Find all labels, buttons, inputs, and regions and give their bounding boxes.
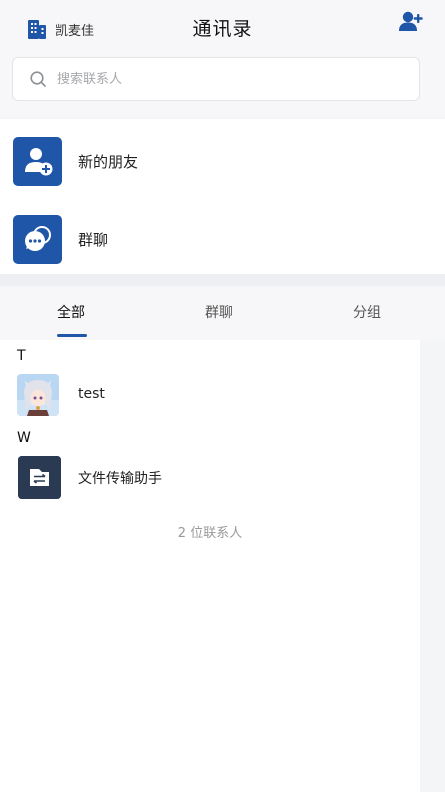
contact-list: T test W 文件传输助手 2 位联系人 (0, 340, 420, 792)
contact-tabs: 全部 群聊 分组 (0, 286, 445, 340)
new-friends-entry[interactable]: 新的朋友 (0, 125, 430, 197)
contact-name: test (78, 386, 105, 402)
search-bar[interactable] (12, 57, 420, 101)
user-plus-icon (13, 136, 62, 186)
section-divider (0, 274, 445, 286)
top-bar: 凯麦佳 通讯录 (0, 0, 445, 52)
chat-bubbles-icon (13, 214, 62, 264)
contact-name: 文件传输助手 (78, 471, 162, 487)
add-contact-button[interactable] (397, 10, 425, 38)
page-title: 通讯录 (192, 18, 253, 40)
tab-categories[interactable]: 分组 (353, 302, 381, 322)
active-tab-indicator (57, 334, 87, 337)
contact-row-test[interactable]: test (0, 368, 420, 424)
contact-count: 2 位联系人 (177, 526, 243, 541)
search-section (0, 52, 445, 116)
right-margin (420, 340, 445, 792)
tab-all[interactable]: 全部 (57, 302, 85, 322)
new-friends-label: 新的朋友 (78, 152, 139, 171)
index-letter: T (17, 348, 26, 364)
group-chat-label: 群聊 (78, 230, 109, 249)
file-transfer-icon (18, 456, 61, 499)
quick-entries: 新的朋友 群聊 (0, 119, 445, 274)
group-chat-entry[interactable]: 群聊 (0, 203, 430, 275)
user-plus-icon (398, 10, 424, 38)
contacts-screen: 凯麦佳 通讯录 搜索联系人 新的朋友 群聊 全部 群聊 分组 T test W … (0, 0, 445, 792)
tab-groups[interactable]: 群聊 (205, 302, 233, 322)
avatar (17, 374, 59, 416)
search-input[interactable] (55, 70, 359, 88)
search-icon (29, 70, 47, 88)
contact-row-file-transfer[interactable]: 文件传输助手 (0, 450, 420, 506)
index-letter: W (17, 430, 31, 446)
